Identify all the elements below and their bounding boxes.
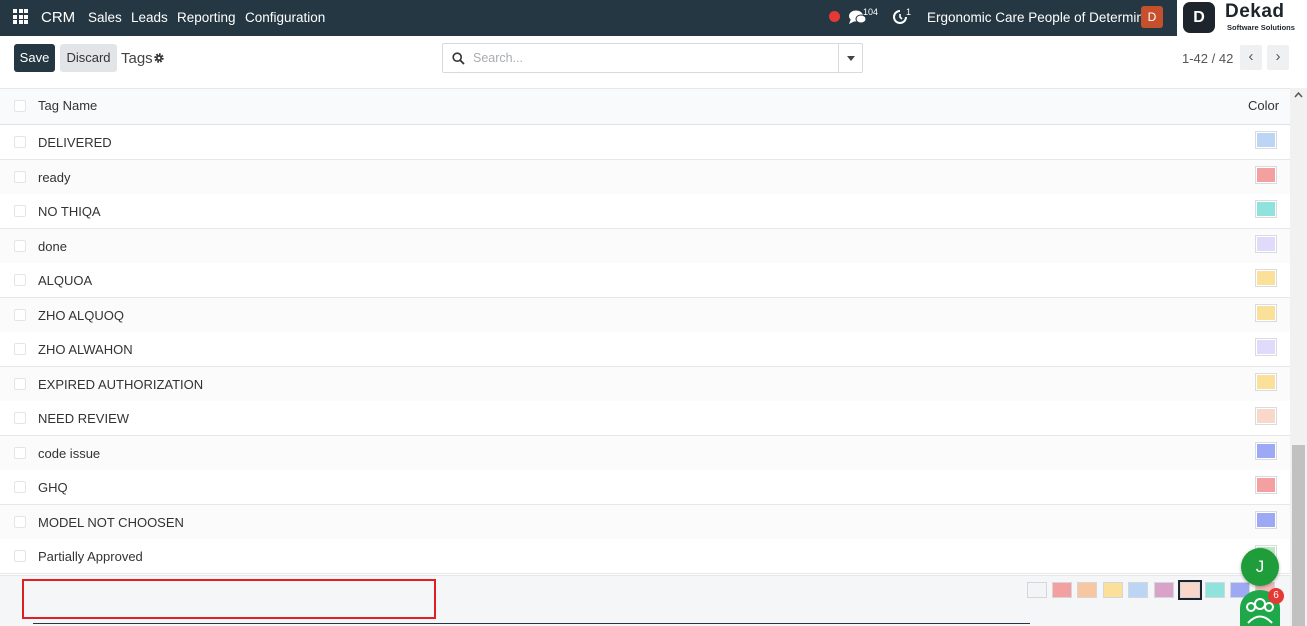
top-navbar: CRM Sales Leads Reporting Configuration …	[0, 0, 1307, 36]
brand-logo: D Dekad Software Solutions	[1177, 0, 1307, 36]
menu-leads[interactable]: Leads	[131, 10, 168, 25]
color-swatch	[1255, 200, 1277, 218]
color-swatch	[1255, 269, 1277, 287]
table-row[interactable]: Partially Approved	[0, 539, 1290, 574]
pager-value[interactable]: 1-42 / 42	[1182, 51, 1233, 66]
tag-name: ZHO ALWAHON	[38, 342, 133, 357]
color-swatch	[1255, 235, 1277, 253]
logo-mark-icon: D	[1183, 2, 1215, 33]
color-option[interactable]	[1154, 582, 1174, 598]
tag-name: done	[38, 239, 67, 254]
color-option[interactable]	[1077, 582, 1097, 598]
color-option[interactable]	[1128, 582, 1148, 598]
table-row[interactable]: ZHO ALQUOQ	[0, 298, 1290, 333]
row-checkbox[interactable]	[14, 136, 26, 148]
logo-tagline: Software Solutions	[1227, 23, 1295, 32]
tag-name: Partially Approved	[38, 549, 143, 564]
search-input[interactable]	[473, 45, 833, 71]
select-all-checkbox[interactable]	[14, 100, 26, 112]
tag-list: DELIVERED ready NO THIQA done ALQUOA ZHO…	[0, 125, 1290, 575]
color-swatch	[1255, 166, 1277, 184]
color-swatch	[1255, 407, 1277, 425]
gear-icon[interactable]	[153, 52, 165, 64]
color-swatch	[1255, 476, 1277, 494]
tag-name: EXPIRED AUTHORIZATION	[38, 377, 204, 392]
chat-count-badge: 104	[863, 7, 879, 17]
row-checkbox[interactable]	[14, 171, 26, 183]
color-option[interactable]	[1027, 582, 1047, 598]
user-avatar[interactable]: D	[1141, 6, 1163, 28]
color-option[interactable]	[1205, 582, 1225, 598]
tag-name: ALQUOA	[38, 273, 93, 288]
row-checkbox[interactable]	[14, 550, 26, 562]
assistant-button[interactable]: J	[1241, 548, 1279, 586]
column-header-tag-name[interactable]: Tag Name	[38, 98, 97, 113]
caret-down-icon	[847, 56, 855, 61]
row-checkbox[interactable]	[14, 240, 26, 252]
tag-name: NEED REVIEW	[38, 411, 130, 426]
pager-previous-button[interactable]: ‹	[1240, 45, 1262, 70]
column-header-color[interactable]: Color	[1248, 98, 1279, 113]
list-header: Tag Name Color	[0, 88, 1290, 125]
table-row[interactable]: done	[0, 229, 1290, 264]
save-button[interactable]: Save	[14, 44, 55, 72]
color-option[interactable]	[1103, 582, 1123, 598]
tag-name: code issue	[38, 446, 101, 461]
table-row[interactable]: NEED REVIEW	[0, 401, 1290, 436]
row-checkbox[interactable]	[14, 309, 26, 321]
table-row[interactable]: EXPIRED AUTHORIZATION	[0, 367, 1290, 402]
app-name[interactable]: CRM	[41, 9, 75, 26]
pager-next-button[interactable]: ›	[1267, 45, 1289, 70]
color-swatch	[1255, 373, 1277, 391]
company-switcher[interactable]: Ergonomic Care People of Determina...	[927, 10, 1163, 25]
table-row[interactable]: DELIVERED	[0, 125, 1290, 160]
tag-name: MODEL NOT CHOOSEN	[38, 515, 184, 530]
search-icon	[452, 52, 465, 65]
search-bar	[442, 43, 863, 73]
tag-name: ready	[38, 170, 71, 185]
activity-count-badge: 1	[906, 7, 912, 17]
color-swatch	[1255, 304, 1277, 322]
discard-button[interactable]: Discard	[60, 44, 117, 72]
color-option[interactable]	[1052, 582, 1072, 598]
row-checkbox[interactable]	[14, 205, 26, 217]
row-checkbox[interactable]	[14, 274, 26, 286]
table-row[interactable]: GHQ	[0, 470, 1290, 505]
row-checkbox[interactable]	[14, 412, 26, 424]
logo-name: Dekad	[1225, 1, 1285, 22]
table-row[interactable]: ZHO ALWAHON	[0, 332, 1290, 367]
tag-name: NO THIQA	[38, 204, 101, 219]
table-row[interactable]: NO THIQA	[0, 194, 1290, 229]
row-checkbox[interactable]	[14, 378, 26, 390]
tag-name: ZHO ALQUOQ	[38, 308, 124, 323]
table-row[interactable]: MODEL NOT CHOOSEN	[0, 505, 1290, 540]
color-swatch	[1255, 338, 1277, 356]
tag-name: GHQ	[38, 480, 68, 495]
menu-configuration[interactable]: Configuration	[245, 10, 325, 25]
color-swatch	[1255, 131, 1277, 149]
new-tag-editor-row	[0, 575, 1290, 626]
table-row[interactable]: code issue	[0, 436, 1290, 471]
input-underline	[33, 623, 1030, 624]
scrollbar-thumb[interactable]	[1292, 445, 1305, 626]
color-option-selected[interactable]	[1178, 580, 1202, 600]
row-checkbox[interactable]	[14, 343, 26, 355]
row-checkbox[interactable]	[14, 516, 26, 528]
team-notification-badge: 6	[1268, 588, 1284, 604]
tag-name: DELIVERED	[38, 135, 112, 150]
page-title: Tags	[121, 50, 153, 67]
row-checkbox[interactable]	[14, 481, 26, 493]
menu-reporting[interactable]: Reporting	[177, 10, 236, 25]
table-row[interactable]: ALQUOA	[0, 263, 1290, 298]
table-row[interactable]: ready	[0, 160, 1290, 195]
recording-indicator-icon[interactable]	[829, 11, 840, 22]
search-options-toggle[interactable]	[838, 44, 862, 72]
color-swatch	[1255, 442, 1277, 460]
menu-sales[interactable]: Sales	[88, 10, 122, 25]
color-swatch	[1255, 511, 1277, 529]
row-checkbox[interactable]	[14, 447, 26, 459]
app-grid-icon[interactable]	[13, 9, 28, 24]
new-tag-name-input[interactable]	[22, 579, 436, 619]
scroll-up-arrow-icon[interactable]	[1294, 91, 1303, 99]
